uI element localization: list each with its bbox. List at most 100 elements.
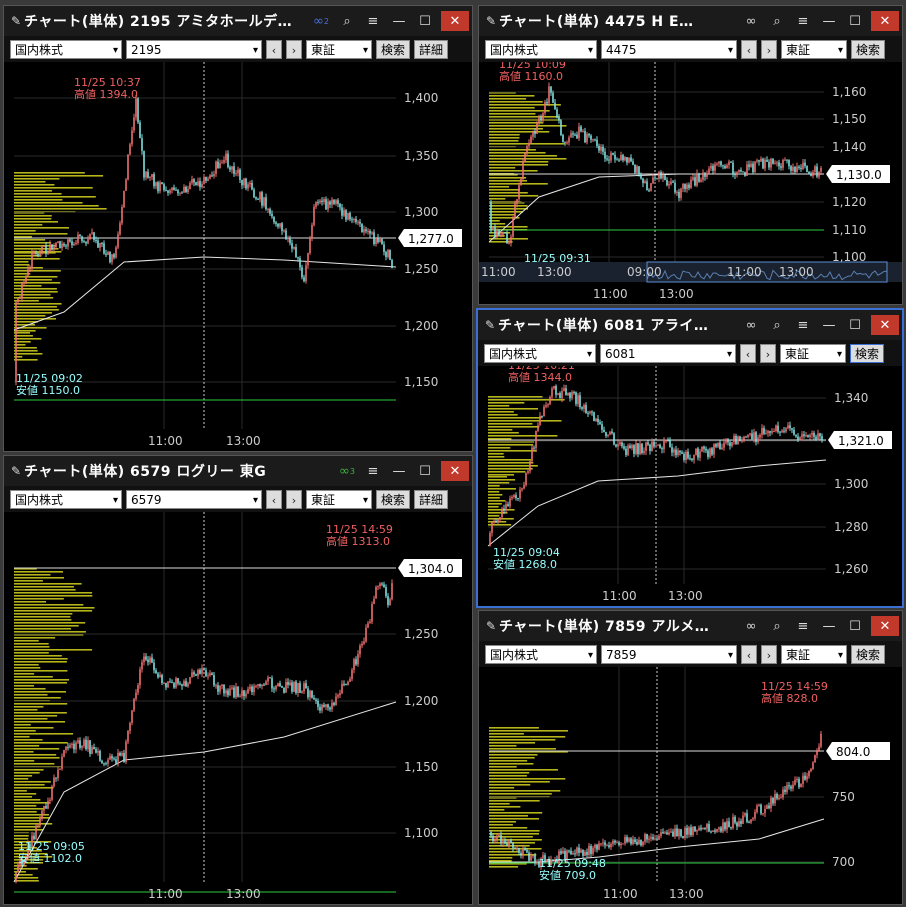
code-input[interactable]: 6579 <box>126 489 262 510</box>
menu-icon[interactable]: ≡ <box>790 310 816 340</box>
price-chart[interactable]: 11/25 14:59高値 828.011/25 09:48安値 709.075… <box>479 667 902 904</box>
search-icon[interactable]: ⌕ <box>334 6 360 36</box>
pin-icon[interactable]: ✎ <box>483 619 499 633</box>
volume-profile-bar <box>14 607 95 609</box>
maximize-icon[interactable]: ☐ <box>842 310 868 340</box>
candle-body <box>613 433 615 445</box>
menu-icon[interactable]: ≡ <box>360 456 386 486</box>
search-icon[interactable]: ⌕ <box>764 6 790 36</box>
candle-body <box>502 840 504 844</box>
title-bar[interactable]: ✎ チャート(単体) 7859 アルメ… ∞ ⌕ ≡ — ☐ ✕ <box>479 611 902 641</box>
pin-icon[interactable]: ✎ <box>483 14 499 28</box>
exchange-select[interactable]: 東証 <box>306 39 372 60</box>
candle-body <box>387 250 389 258</box>
close-icon[interactable]: ✕ <box>871 315 899 335</box>
menu-icon[interactable]: ≡ <box>790 611 816 641</box>
price-chart[interactable]: 11/25 14:59高値 1313.011/25 09:05安値 1102.0… <box>4 512 472 904</box>
next-button[interactable]: › <box>760 343 776 363</box>
price-chart[interactable]: 11/25 10:21高値 1344.011/25 09:04安値 1268.0… <box>478 366 902 606</box>
search-button[interactable]: 検索 <box>851 39 886 59</box>
next-button[interactable]: › <box>286 39 302 59</box>
candle-body <box>525 472 527 486</box>
market-select[interactable]: 国内株式 <box>484 343 596 364</box>
volume-profile-bar <box>14 613 73 615</box>
volume-profile-bar <box>489 851 520 853</box>
title-bar[interactable]: ✎ チャート(単体) 6081 アライ… ∞ ⌕ ≡ — ☐ ✕ <box>478 310 902 340</box>
close-icon[interactable]: ✕ <box>441 461 469 481</box>
code-input[interactable]: 7859 <box>601 644 737 665</box>
volume-profile-bar <box>14 697 61 699</box>
prev-button[interactable]: ‹ <box>741 39 757 59</box>
pin-icon[interactable]: ✎ <box>482 318 498 332</box>
exchange-select[interactable]: 東証 <box>306 489 372 510</box>
prev-button[interactable]: ‹ <box>741 644 757 664</box>
maximize-icon[interactable]: ☐ <box>412 456 438 486</box>
market-select[interactable]: 国内株式 <box>485 644 597 665</box>
link-icon[interactable]: ∞ 2 <box>308 6 334 36</box>
detail-button[interactable]: 詳細 <box>414 489 449 509</box>
maximize-icon[interactable]: ☐ <box>412 6 438 36</box>
candle-body <box>772 158 774 164</box>
market-select[interactable]: 国内株式 <box>10 39 122 60</box>
next-button[interactable]: › <box>761 644 777 664</box>
candle-body <box>49 799 51 801</box>
link-icon[interactable]: ∞ 3 <box>334 456 360 486</box>
candle-body <box>27 269 29 276</box>
search-button[interactable]: 検索 <box>851 644 886 664</box>
title-bar[interactable]: ✎ チャート(単体) 6579 ログリー 東G ∞ 3 ≡ — ☐ ✕ <box>4 456 472 486</box>
search-button[interactable]: 検索 <box>376 489 411 509</box>
market-select[interactable]: 国内株式 <box>10 489 122 510</box>
search-button[interactable]: 検索 <box>376 39 411 59</box>
exchange-select[interactable]: 東証 <box>780 343 846 364</box>
link-icon[interactable]: ∞ <box>738 611 764 641</box>
price-chart[interactable]: 11/25 10:09高値 1160.011/25 09:31安値 1102.0… <box>479 62 902 304</box>
minimize-icon[interactable]: — <box>816 611 842 641</box>
minimize-icon[interactable]: — <box>386 6 412 36</box>
search-button[interactable]: 検索 <box>850 343 885 363</box>
candle-body <box>41 810 43 819</box>
pin-icon[interactable]: ✎ <box>8 14 24 28</box>
menu-icon[interactable]: ≡ <box>360 6 386 36</box>
pin-icon[interactable]: ✎ <box>8 464 24 478</box>
chart-window-4475[interactable]: ✎ チャート(単体) 4475 H E… ∞ ⌕ ≡ — ☐ ✕ 国内株式 44… <box>478 5 903 305</box>
chart-window-6579[interactable]: ✎ チャート(単体) 6579 ログリー 東G ∞ 3 ≡ — ☐ ✕ 国内株式 … <box>3 455 473 905</box>
maximize-icon[interactable]: ☐ <box>842 6 868 36</box>
link-icon[interactable]: ∞ <box>738 6 764 36</box>
code-input[interactable]: 2195 <box>126 39 262 60</box>
minimize-icon[interactable]: — <box>816 6 842 36</box>
link-icon[interactable]: ∞ <box>738 310 764 340</box>
price-chart[interactable]: 11/25 10:37高値 1394.011/25 09:02安値 1150.0… <box>4 62 472 451</box>
candle-body <box>597 418 599 423</box>
prev-button[interactable]: ‹ <box>266 489 282 509</box>
volume-profile-bar <box>14 193 62 195</box>
search-icon[interactable]: ⌕ <box>764 611 790 641</box>
prev-button[interactable]: ‹ <box>266 39 282 59</box>
candle-body <box>520 852 522 856</box>
exchange-select[interactable]: 東証 <box>781 39 847 60</box>
code-input[interactable]: 6081 <box>600 343 736 364</box>
chart-window-2195[interactable]: ✎ チャート(単体) 2195 アミタホールデ… ∞ 2 ⌕ ≡ — ☐ ✕ 国内… <box>3 5 473 452</box>
prev-button[interactable]: ‹ <box>740 343 756 363</box>
code-input[interactable]: 4475 <box>601 39 737 60</box>
chart-window-7859[interactable]: ✎ チャート(単体) 7859 アルメ… ∞ ⌕ ≡ — ☐ ✕ 国内株式 78… <box>478 610 903 905</box>
next-button[interactable]: › <box>761 39 777 59</box>
close-icon[interactable]: ✕ <box>871 616 899 636</box>
next-button[interactable]: › <box>286 489 302 509</box>
market-select[interactable]: 国内株式 <box>485 39 597 60</box>
search-icon[interactable]: ⌕ <box>764 310 790 340</box>
exchange-select[interactable]: 東証 <box>781 644 847 665</box>
minimize-icon[interactable]: — <box>816 310 842 340</box>
maximize-icon[interactable]: ☐ <box>842 611 868 641</box>
close-icon[interactable]: ✕ <box>441 11 469 31</box>
title-bar[interactable]: ✎ チャート(単体) 2195 アミタホールデ… ∞ 2 ⌕ ≡ — ☐ ✕ <box>4 6 472 36</box>
candle-body <box>123 752 125 763</box>
title-bar[interactable]: ✎ チャート(単体) 4475 H E… ∞ ⌕ ≡ — ☐ ✕ <box>479 6 902 36</box>
candle-body <box>635 443 637 454</box>
close-icon[interactable]: ✕ <box>871 11 899 31</box>
detail-button[interactable]: 詳細 <box>414 39 449 59</box>
minimize-icon[interactable]: — <box>386 456 412 486</box>
candle-body <box>798 166 800 168</box>
chart-window-6081[interactable]: ✎ チャート(単体) 6081 アライ… ∞ ⌕ ≡ — ☐ ✕ 国内株式 60… <box>476 308 904 608</box>
candle-body <box>586 851 588 855</box>
menu-icon[interactable]: ≡ <box>790 6 816 36</box>
